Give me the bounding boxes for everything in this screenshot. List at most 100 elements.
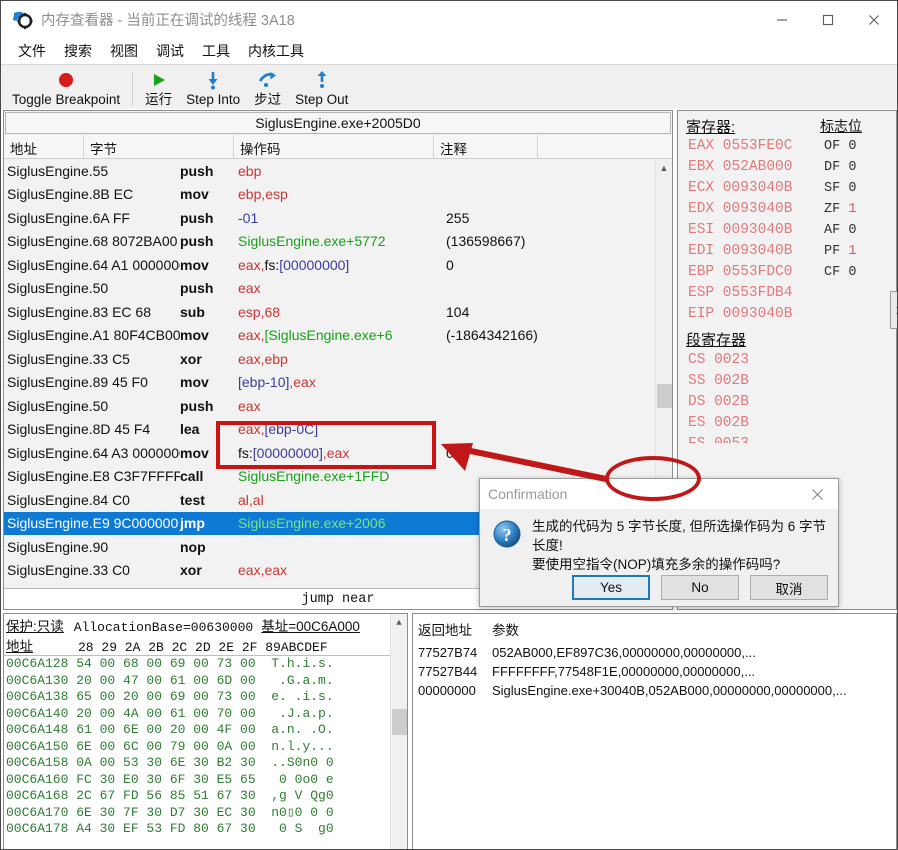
disassembly-row[interactable]: SiglusEngine.6A FFpush-01255 [4,206,655,230]
memory-scrollbar[interactable]: ▲ ▼ [390,614,407,850]
disassembly-row[interactable]: SiglusEngine.68 8072BA00pushSiglusEngine… [4,230,655,254]
disassembly-row[interactable]: SiglusEngine.55pushebp [4,159,655,183]
segment-register-fs[interactable]: FS 0053 [688,436,749,452]
column-header-bytes[interactable]: 字节 [84,135,234,158]
disassembly-row[interactable]: SiglusEngine.64 A1 00000000moveax,fs:[00… [4,253,655,277]
memory-scroll-up-icon[interactable]: ▲ [391,614,407,631]
memory-row[interactable]: 00C6A140 20 00 4A 00 61 00 70 00 .J.a.p. [4,706,407,723]
memory-row[interactable]: 00C6A138 65 00 20 00 69 00 73 00 e. .i.s… [4,689,407,706]
scrollbar-thumb[interactable] [657,384,672,408]
memory-row[interactable]: 00C6A158 0A 00 53 30 6E 30 B2 30 ..S0n0 … [4,755,407,772]
flag-of[interactable]: OF 0 [824,139,856,154]
column-header-address[interactable]: 地址 [4,135,84,158]
disassembly-row[interactable]: SiglusEngine.8D 45 F4leaeax,[ebp-0C] [4,418,655,442]
disassembly-row[interactable]: SiglusEngine.A1 80F4CB00moveax,[SiglusEn… [4,324,655,348]
register-edx[interactable]: EDX 0093040B [688,201,792,217]
row-mnemonic: lea [180,421,238,437]
step-over-label: 步过 [254,92,281,107]
register-edi[interactable]: EDI 0093040B [688,243,792,259]
segment-register-ss[interactable]: SS 002B [688,373,749,389]
disassembly-row[interactable]: SiglusEngine.64 A3 00000000movfs:[000000… [4,441,655,465]
memory-row[interactable]: 00C6A160 FC 30 E0 30 6F 30 E5 65 0 0o0 e [4,772,407,789]
flag-pf[interactable]: PF 1 [824,244,856,259]
stack-header-return-address: 返回地址 [418,619,492,639]
segment-register-es[interactable]: ES 002B [688,415,749,431]
row-address: SiglusEngine.33 C5 [4,351,180,367]
memory-viewer-window: 内存查看器 - 当前正在调试的线程 3A18 文件 搜索 视图 调试 工具 内核… [0,0,898,850]
row-address: SiglusEngine.A1 80F4CB00 [4,327,180,343]
stack-row[interactable]: 00000000SiglusEngine.exe+30040B,052AB000… [413,681,896,700]
stack-row[interactable]: 77527B44FFFFFFFF,77548F1E,00000000,00000… [413,662,896,681]
column-header-extra[interactable] [538,135,672,158]
no-button[interactable]: No [661,575,739,600]
register-ecx[interactable]: ECX 0093040B [688,180,792,196]
maximize-icon[interactable] [805,1,851,38]
disassembly-row[interactable]: SiglusEngine.89 45 F0mov[ebp-10],eax [4,371,655,395]
register-esp[interactable]: ESP 0553FDB4 [688,285,792,301]
breakpoint-circle-icon [57,68,75,92]
stack-row[interactable]: 77527B74052AB000,EF897C36,00000000,00000… [413,643,896,662]
disassembly-row[interactable]: SiglusEngine.83 EC 68subesp,68104 [4,300,655,324]
run-button[interactable]: 运行 [138,65,179,109]
row-operands: [ebp-14],00000007 [238,586,446,588]
step-into-button[interactable]: Step Into [179,65,247,109]
row-address: SiglusEngine.E8 C3F7FFFF [4,468,180,484]
disassembly-row[interactable]: SiglusEngine.8B ECmovebp,esp [4,183,655,207]
row-operands: -01 [238,210,446,226]
row-mnemonic: push [180,280,238,296]
memory-row[interactable]: 00C6A168 2C 67 FD 56 85 51 67 30 ,g V Qg… [4,788,407,805]
register-ebp[interactable]: EBP 0553FDC0 [688,264,792,280]
yes-button[interactable]: Yes [572,575,650,600]
column-header-opcode[interactable]: 操作码 [234,135,434,158]
expand-registers-button[interactable]: > [890,291,898,329]
column-header-comment[interactable]: 注释 [434,135,538,158]
memory-row[interactable]: 00C6A130 20 00 47 00 61 00 6D 00 .G.a.m. [4,673,407,690]
step-over-button[interactable]: 步过 [247,65,288,109]
menu-item-tools[interactable]: 工具 [193,39,239,63]
cancel-button[interactable]: 取消 [750,575,828,600]
row-mnemonic: mov [180,257,238,273]
register-ebx[interactable]: EBX 052AB000 [688,159,792,175]
segment-register-cs[interactable]: CS 0023 [688,352,749,368]
step-out-button[interactable]: Step Out [288,65,355,109]
memory-address-column-label: 地址 [6,635,78,655]
dialog-message: 生成的代码为 5 字节长度, 但所选操作码为 6 字节长度! 要使用空指令(NO… [522,517,828,574]
dialog-message-line2: 要使用空指令(NOP)填充多余的操作码吗? [532,555,828,574]
flag-df[interactable]: DF 0 [824,160,856,175]
flag-af[interactable]: AF 0 [824,223,856,238]
menu-item-kernel-tools[interactable]: 内核工具 [239,39,313,63]
memory-row[interactable]: 00C6A148 61 00 6E 00 20 00 4F 00 a.n. .O… [4,722,407,739]
memory-row[interactable]: 00C6A178 A4 30 EF 53 FD 80 67 30 0 S g0 [4,821,407,838]
segment-register-ds[interactable]: DS 002B [688,394,749,410]
disassembly-row[interactable]: SiglusEngine.33 C5xoreax,ebp [4,347,655,371]
menu-item-view[interactable]: 视图 [101,39,147,63]
disassembly-row[interactable]: SiglusEngine.50pusheax [4,277,655,301]
toggle-breakpoint-button[interactable]: Toggle Breakpoint [5,65,127,109]
row-mnemonic: mov [180,586,238,588]
scroll-up-icon[interactable]: ▲ [656,159,672,176]
menu-item-file[interactable]: 文件 [9,39,55,63]
close-icon[interactable] [851,1,897,38]
register-esi[interactable]: ESI 0093040B [688,222,792,238]
close-icon[interactable] [800,479,834,509]
row-operands: SiglusEngine.exe+2006 [238,515,446,531]
flag-cf[interactable]: CF 0 [824,265,856,280]
menu-item-debug[interactable]: 调试 [147,39,193,63]
flag-zf[interactable]: ZF 1 [824,202,856,217]
menu-item-search[interactable]: 搜索 [55,39,101,63]
dialog-title-bar: Confirmation [480,479,838,509]
row-operands: eax,[ebp-0C] [238,421,446,437]
memory-scrollbar-thumb[interactable] [392,709,407,735]
memory-row[interactable]: 00C6A128 54 00 68 00 69 00 73 00 T.h.i.s… [4,656,407,673]
play-icon [150,68,168,92]
memory-row[interactable]: 00C6A170 6E 30 7F 30 D7 30 EC 30 n0▯0 0 … [4,805,407,822]
main-content: SiglusEngine.exe+2005D0 地址 字节 操作码 注释 Sig… [1,110,897,849]
flag-sf[interactable]: SF 0 [824,181,856,196]
register-eip[interactable]: EIP 0093040B [688,306,792,322]
disassembly-row[interactable]: SiglusEngine.50pusheax [4,394,655,418]
minimize-icon[interactable] [759,1,805,38]
address-bar[interactable]: SiglusEngine.exe+2005D0 [5,112,671,134]
memory-row[interactable]: 00C6A150 6E 00 6C 00 79 00 0A 00 n.l.y..… [4,739,407,756]
row-operands: eax [238,398,446,414]
register-eax[interactable]: EAX 0553FE0C [688,138,792,154]
